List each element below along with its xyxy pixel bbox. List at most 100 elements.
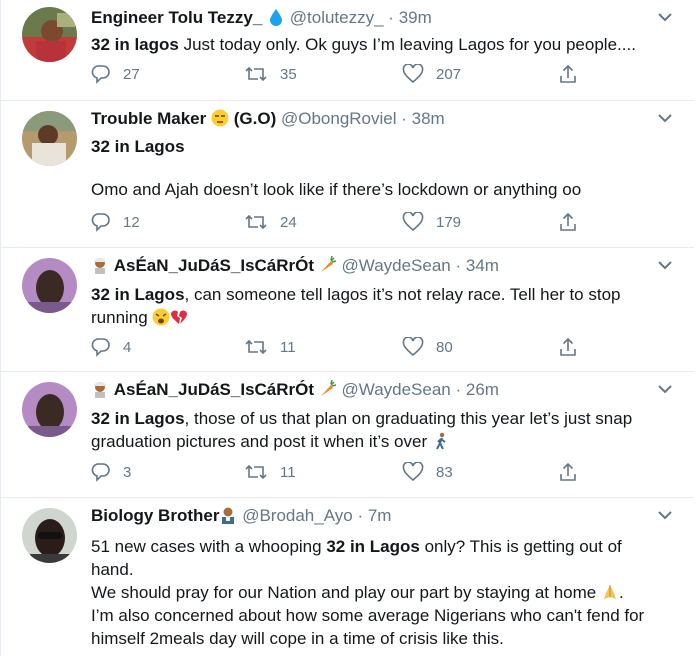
tweet-text: 32 in lagos Just today only. Ok guys I’m… <box>91 33 670 56</box>
reply-count: 12 <box>123 213 140 231</box>
reply-icon <box>91 65 110 84</box>
share-icon <box>560 462 576 481</box>
hashtag-text[interactable]: 32 in Lagos <box>91 409 185 428</box>
tweet-text-rest: only? This is getting out of <box>419 537 622 556</box>
tweet-actions: 3 11 83 <box>91 462 591 486</box>
retweet-button[interactable]: 11 <box>244 462 296 482</box>
reply-button[interactable]: 27 <box>91 64 140 84</box>
display-name[interactable]: Engineer Tolu Tezzy_ <box>91 8 262 27</box>
like-icon <box>402 337 424 357</box>
tweet[interactable]: AsÉaN_JuDáS_IsCáRrÓt @WaydeSean · 34m 32… <box>0 248 694 372</box>
person-emoji <box>94 382 106 398</box>
tweet-text-line: himself 2meals day will cope in a time o… <box>91 629 504 648</box>
hashtag-text[interactable]: 32 in lagos <box>91 35 179 54</box>
display-name-suffix[interactable]: (G.O) <box>234 109 277 128</box>
avatar[interactable] <box>22 258 77 313</box>
like-button[interactable]: 207 <box>402 64 461 84</box>
user-handle[interactable]: @WaydeSean <box>342 256 451 275</box>
chevron-down-icon[interactable] <box>658 12 672 22</box>
tweet[interactable]: Engineer Tolu Tezzy_ @tolutezzy_ · 39m 3… <box>0 0 694 101</box>
hashtag-text[interactable]: 32 in Lagos <box>91 137 185 156</box>
chevron-down-icon[interactable] <box>658 260 672 270</box>
person-emoji <box>94 258 106 274</box>
chevron-down-icon[interactable] <box>658 113 672 123</box>
broken-heart-emoji <box>171 310 188 324</box>
tweet-text-line-end: . <box>618 583 624 602</box>
tweet-text-line: running <box>91 308 148 327</box>
like-button[interactable]: 80 <box>402 337 453 357</box>
retweet-button[interactable]: 35 <box>244 64 297 84</box>
user-handle[interactable]: @Brodah_Ayo <box>242 506 353 525</box>
tweet[interactable]: Biology Brother @Brodah_Ayo · 7m 51 new … <box>0 498 694 656</box>
separator: · <box>352 506 368 525</box>
reply-icon <box>91 338 110 357</box>
reply-count: 3 <box>123 463 132 481</box>
tweet-header: AsÉaN_JuDáS_IsCáRrÓt @WaydeSean · 34m <box>91 255 654 277</box>
user-handle[interactable]: @WaydeSean <box>342 380 451 399</box>
share-button[interactable] <box>558 64 590 84</box>
timestamp[interactable]: 38m <box>412 109 445 128</box>
timestamp[interactable]: 39m <box>399 8 432 27</box>
water-drop-emoji <box>270 9 283 26</box>
retweet-button[interactable]: 24 <box>244 212 297 232</box>
timestamp[interactable]: 7m <box>368 506 392 525</box>
retweet-icon <box>245 214 267 230</box>
tweet-header: Biology Brother @Brodah_Ayo · 7m <box>91 505 654 527</box>
tweet-text: 51 new cases with a whooping 32 in Lagos… <box>91 535 670 650</box>
retweet-button[interactable]: 11 <box>244 337 296 357</box>
separator: · <box>383 8 399 27</box>
avatar[interactable] <box>22 382 77 437</box>
tweet-actions: 12 24 179 <box>91 212 591 236</box>
chevron-down-icon[interactable] <box>658 384 672 394</box>
user-handle[interactable]: @tolutezzy_ <box>290 8 384 27</box>
separator: · <box>450 380 466 399</box>
folded-hands-emoji <box>603 585 616 599</box>
timestamp[interactable]: 34m <box>466 256 499 275</box>
display-name[interactable]: Trouble Maker <box>91 109 206 128</box>
share-button[interactable] <box>558 212 590 232</box>
like-count: 83 <box>436 463 453 481</box>
tweet-text-line: We should pray for our Nation and play o… <box>91 583 597 602</box>
share-button[interactable] <box>558 462 590 482</box>
display-name[interactable]: AsÉaN_JuDáS_IsCáRrÓt <box>114 256 314 275</box>
tweet-text-rest: Just today only. Ok guys I’m leaving Lag… <box>178 35 636 54</box>
reply-icon <box>91 463 110 482</box>
tweet-header: Trouble Maker (G.O) @ObongRoviel · 38m <box>91 108 654 130</box>
share-button[interactable] <box>558 337 590 357</box>
reply-button[interactable]: 4 <box>91 337 131 357</box>
carrot-emoji <box>320 380 336 396</box>
tweet-text-line: hand. <box>91 560 134 579</box>
teacher-emoji <box>222 507 235 524</box>
hashtag-text[interactable]: 32 in Lagos <box>91 285 185 304</box>
avatar[interactable] <box>22 508 77 563</box>
reply-icon <box>91 213 110 232</box>
tweet-actions: 4 11 80 <box>91 337 591 361</box>
timeline-feed: Engineer Tolu Tezzy_ @tolutezzy_ · 39m 3… <box>0 0 696 656</box>
like-count: 80 <box>436 338 453 356</box>
tweet-actions: 27 35 207 <box>91 64 591 88</box>
tweet[interactable]: AsÉaN_JuDáS_IsCáRrÓt @WaydeSean · 26m 32… <box>0 372 694 498</box>
like-icon <box>402 64 424 84</box>
avatar[interactable] <box>22 7 77 62</box>
user-handle[interactable]: @ObongRoviel <box>281 109 397 128</box>
timestamp[interactable]: 26m <box>466 380 499 399</box>
retweet-count: 11 <box>280 463 296 481</box>
like-button[interactable]: 83 <box>402 462 453 482</box>
separator: · <box>396 109 412 128</box>
reply-button[interactable]: 12 <box>91 212 140 232</box>
display-name[interactable]: Biology Brother <box>91 506 219 525</box>
tweet-text-line: graduation pictures and post it when it’… <box>91 432 428 451</box>
weary-face-emoji <box>152 308 170 326</box>
chevron-down-icon[interactable] <box>658 510 672 520</box>
unamused-face-emoji <box>211 109 229 127</box>
like-button[interactable]: 179 <box>402 212 461 232</box>
share-icon <box>560 64 576 83</box>
tweet-text: 32 in Lagos, can someone tell lagos it’s… <box>91 283 670 329</box>
hashtag-text[interactable]: 32 in Lagos <box>326 537 420 556</box>
reply-button[interactable]: 3 <box>91 462 131 482</box>
display-name[interactable]: AsÉaN_JuDáS_IsCáRrÓt <box>114 380 314 399</box>
tweet[interactable]: Trouble Maker (G.O) @ObongRoviel · 38m 3… <box>0 101 694 248</box>
avatar[interactable] <box>22 111 77 166</box>
person-walking-emoji <box>435 432 446 450</box>
tweet-text-line: Omo and Ajah doesn’t look like if there’… <box>91 180 582 199</box>
